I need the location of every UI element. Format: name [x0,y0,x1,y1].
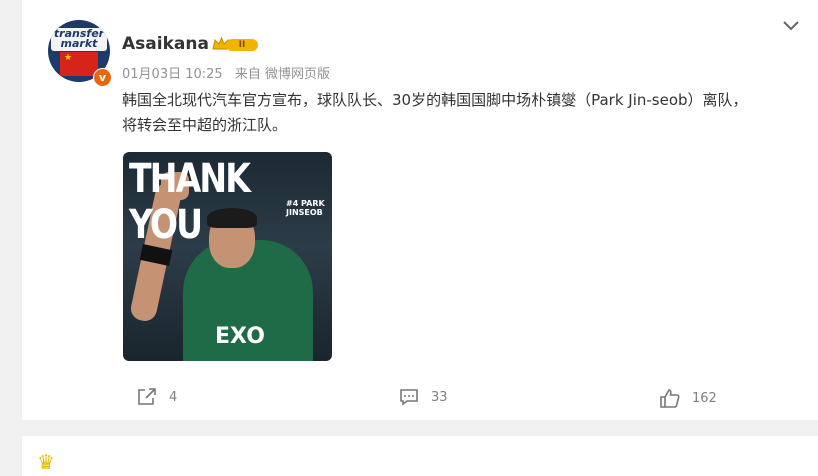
jersey-sponsor: EXO [215,324,265,349]
post-date[interactable]: 01月03日 10:25 [122,67,223,82]
chevron-down-icon[interactable] [782,20,800,32]
share-button[interactable]: 4 [137,388,177,406]
comment-icon [400,389,418,406]
crown-icon: ♛ [37,450,55,474]
next-post-card [22,436,818,476]
share-count: 4 [169,389,178,405]
thumbs-up-icon [660,389,680,408]
like-count: 162 [692,390,717,406]
post-meta: 01月03日 10:25 来自 微博网页版 [122,63,338,82]
avatar-logo: transfer markt [51,28,107,51]
china-flag [60,52,98,76]
vip-badge[interactable]: II [212,36,260,53]
post-text: 韩国全北现代汽车官方宣布，球队队长、30岁的韩国国脚中场朴镇燮（Park Jin… [122,91,748,134]
username-link[interactable]: Asaikana [122,34,209,54]
post-source: 来自 微博网页版 [234,67,330,82]
vip-level: II [226,39,258,51]
share-icon [138,388,156,405]
image-subtitle: #4 PARK JINSEOB [286,199,325,217]
comment-count: 33 [431,389,448,405]
like-button[interactable]: 162 [660,388,717,408]
verified-badge: v [93,68,112,87]
post-image[interactable]: THANK YOU #4 PARK JINSEOB EXO [123,152,332,361]
comment-button[interactable]: 33 [399,388,448,406]
